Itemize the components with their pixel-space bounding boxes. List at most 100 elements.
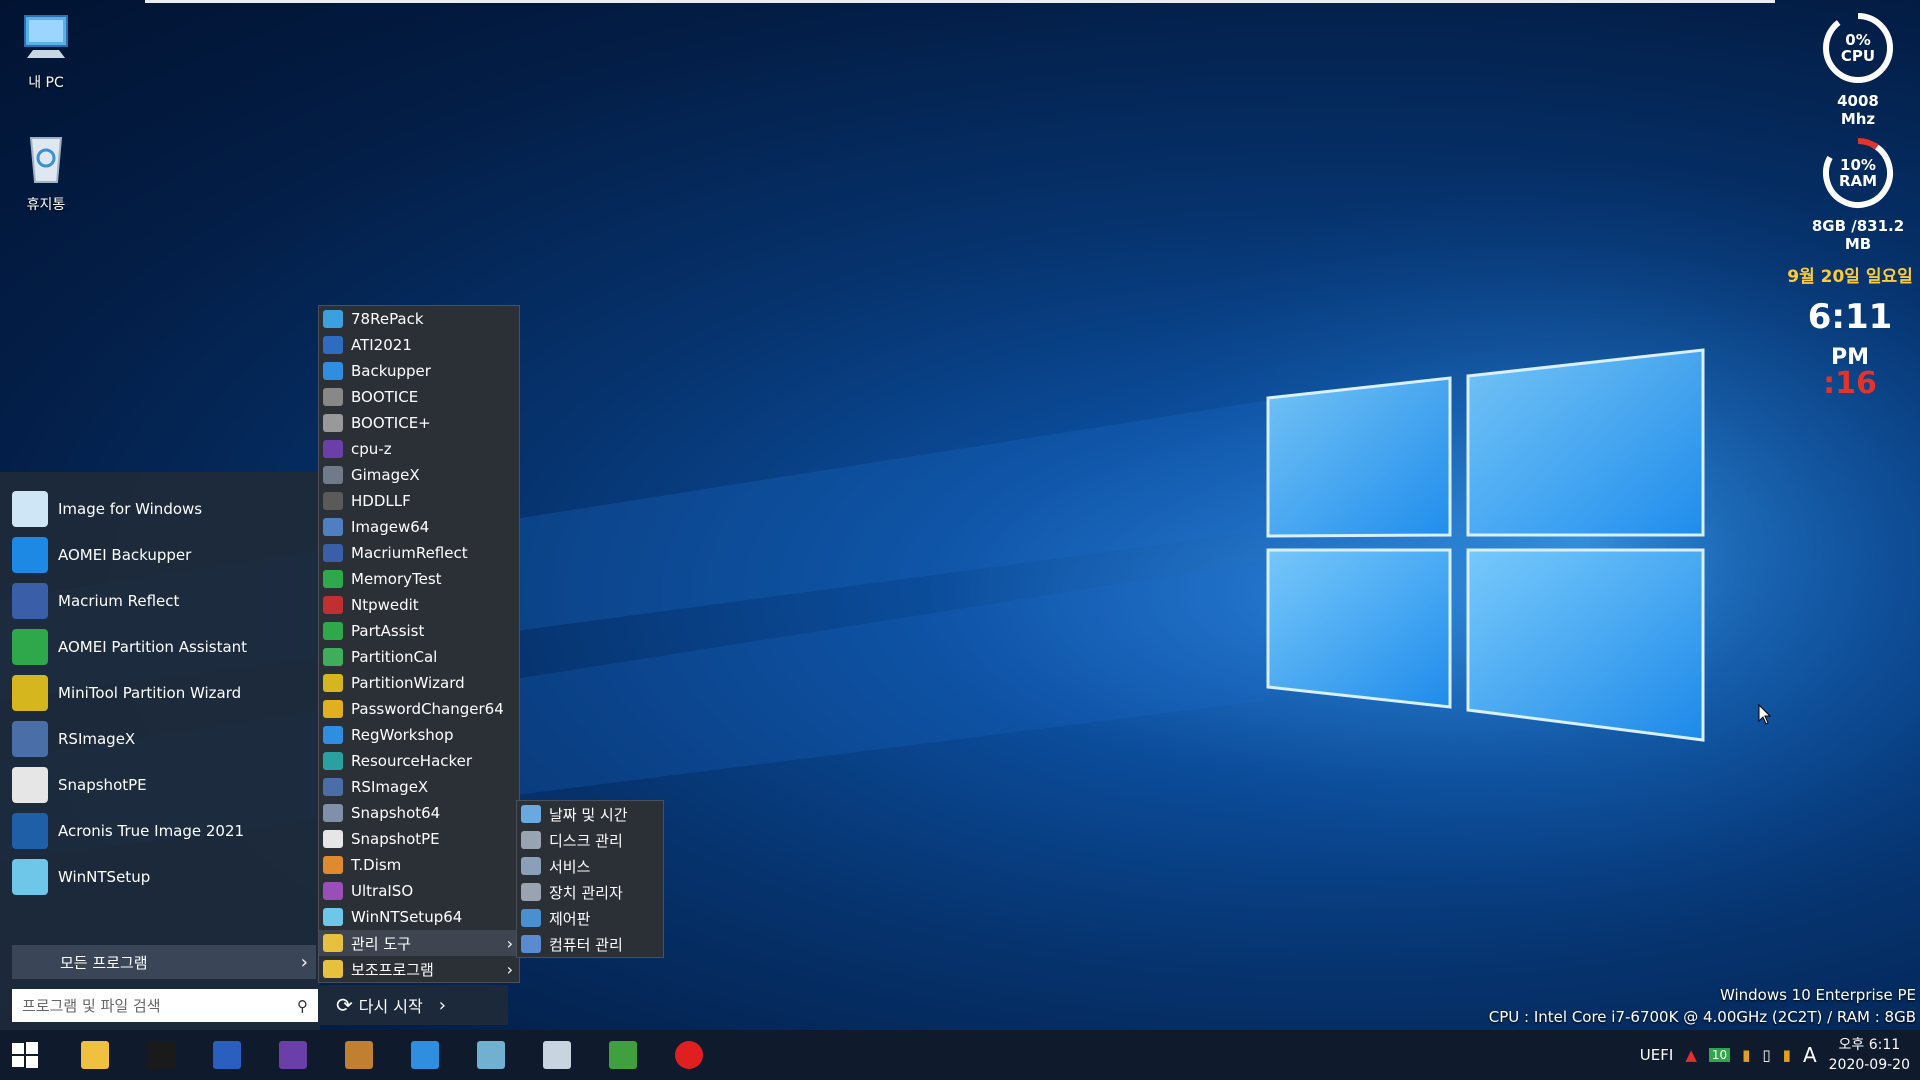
keyboard-layout[interactable]: A xyxy=(1803,1043,1817,1067)
restart-button[interactable]: ⟳ 다시 시작 › xyxy=(320,985,508,1025)
pinned-item[interactable]: SnapshotPE xyxy=(0,762,320,808)
cpu-percent: 0% xyxy=(1845,31,1871,49)
cpu-gadget: 0% CPU 4008 Mhz xyxy=(1818,10,1898,128)
battery-icon[interactable]: ▮ xyxy=(1783,1046,1791,1064)
program-item[interactable]: Imagew64 xyxy=(319,514,519,540)
program-item[interactable]: T.Dism xyxy=(319,852,519,878)
pinned-item[interactable]: MiniTool Partition Wizard xyxy=(0,670,320,716)
admin-tool-item[interactable]: 날짜 및 시간 xyxy=(517,801,663,827)
program-item[interactable]: RegWorkshop xyxy=(319,722,519,748)
program-item[interactable]: HDDLLF xyxy=(319,488,519,514)
gear-network-icon xyxy=(411,1041,439,1069)
taskbar-app-button[interactable] xyxy=(70,1030,120,1080)
program-item-label: RegWorkshop xyxy=(351,726,454,744)
program-item[interactable]: ResourceHacker xyxy=(319,748,519,774)
taskbar-app-button[interactable] xyxy=(532,1030,582,1080)
program-icon xyxy=(323,492,343,510)
taskbar-app-button[interactable] xyxy=(466,1030,516,1080)
program-item-label: 보조프로그램 xyxy=(351,960,434,979)
restart-label: 다시 시작 xyxy=(358,997,423,1016)
program-item[interactable]: MemoryTest xyxy=(319,566,519,592)
program-item[interactable]: SnapshotPE xyxy=(319,826,519,852)
program-item[interactable]: 관리 도구 › xyxy=(319,930,519,956)
program-icon xyxy=(323,544,343,562)
admin-tool-item[interactable]: 컴퓨터 관리 xyxy=(517,931,663,957)
program-item[interactable]: GimageX xyxy=(319,462,519,488)
program-item[interactable]: RSImageX xyxy=(319,774,519,800)
program-item[interactable]: 78RePack xyxy=(319,306,519,332)
program-item[interactable]: WinNTSetup64 xyxy=(319,904,519,930)
eraser-icon xyxy=(477,1041,505,1069)
all-programs-button[interactable]: 모든 프로그램 › xyxy=(12,945,316,979)
tray-badge[interactable]: 10 xyxy=(1708,1048,1731,1062)
taskbar-clock[interactable]: 오후 6:11 2020-09-20 xyxy=(1829,1035,1910,1075)
pinned-item[interactable]: Macrium Reflect xyxy=(0,578,320,624)
search-placeholder: 프로그램 및 파일 검색 xyxy=(22,997,161,1015)
taskbar-app-button[interactable] xyxy=(400,1030,450,1080)
program-item-label: SnapshotPE xyxy=(351,830,440,848)
admin-tool-item[interactable]: 디스크 관리 xyxy=(517,827,663,853)
pinned-item-label: Macrium Reflect xyxy=(58,592,180,610)
volume-bars-icon[interactable]: ▮ xyxy=(1742,1046,1750,1064)
program-item-label: PartitionCal xyxy=(351,648,438,666)
program-item[interactable]: UltraISO xyxy=(319,878,519,904)
pinned-item[interactable]: Image for Windows xyxy=(0,486,320,532)
program-item[interactable]: PartitionWizard xyxy=(319,670,519,696)
programs-menu: 78RePack ATI2021 Backupper BOOTICE BOOTICE+ c… xyxy=(318,305,520,983)
program-icon xyxy=(323,726,343,744)
recycle-bin-icon xyxy=(29,137,63,183)
program-item[interactable]: 보조프로그램 › xyxy=(319,956,519,982)
admin-tool-item[interactable]: 제어판 xyxy=(517,905,663,931)
program-item[interactable]: ATI2021 xyxy=(319,332,519,358)
program-icon xyxy=(323,518,343,536)
program-item[interactable]: cpu-z xyxy=(319,436,519,462)
program-icon xyxy=(323,362,343,380)
admin-tool-label: 컴퓨터 관리 xyxy=(549,935,623,954)
admin-tool-item[interactable]: 서비스 xyxy=(517,853,663,879)
ram-detail: 8GB /831.2 MB xyxy=(1811,217,1905,253)
taskbar-app-button[interactable] xyxy=(268,1030,318,1080)
program-item[interactable]: BOOTICE+ xyxy=(319,410,519,436)
program-icon xyxy=(323,622,343,640)
pinned-item[interactable]: RSImageX xyxy=(0,716,320,762)
taskbar-app-button[interactable] xyxy=(664,1030,714,1080)
program-item[interactable]: BOOTICE xyxy=(319,384,519,410)
taskbar-app-button[interactable] xyxy=(598,1030,648,1080)
program-icon xyxy=(323,882,343,900)
clock-seconds: :16 xyxy=(1823,366,1877,401)
taskbar-app-button[interactable] xyxy=(334,1030,384,1080)
chevron-right-icon: › xyxy=(506,959,513,979)
start-button[interactable] xyxy=(0,1030,50,1080)
program-item[interactable]: PartAssist xyxy=(319,618,519,644)
search-icon: ⚲ xyxy=(297,996,308,1015)
pinned-item[interactable]: AOMEI Partition Assistant xyxy=(0,624,320,670)
usb-icon[interactable]: ▯ xyxy=(1762,1046,1770,1064)
pinned-item[interactable]: Acronis True Image 2021 xyxy=(0,808,320,854)
start-search-input[interactable]: 프로그램 및 파일 검색 ⚲ xyxy=(12,989,318,1022)
program-item[interactable]: PartitionCal xyxy=(319,644,519,670)
program-item[interactable]: Snapshot64 xyxy=(319,800,519,826)
program-item[interactable]: MacriumReflect xyxy=(319,540,519,566)
admin-tool-item[interactable]: 장치 관리자 xyxy=(517,879,663,905)
admin-tool-label: 장치 관리자 xyxy=(549,883,623,902)
system-tray: UEFI ▲ 10 ▮ ▯ ▮ A 오후 6:11 2020-09-20 xyxy=(1640,1030,1920,1080)
desktop-icon-recycle-bin[interactable]: 휴지통 xyxy=(6,130,86,214)
computer-icon xyxy=(24,15,68,58)
program-item-label: Backupper xyxy=(351,362,431,380)
program-item-label: MemoryTest xyxy=(351,570,442,588)
chevron-right-icon: › xyxy=(300,951,308,973)
program-item[interactable]: Ntpwedit xyxy=(319,592,519,618)
taskbar-app-button[interactable] xyxy=(202,1030,252,1080)
pinned-item[interactable]: AOMEI Backupper xyxy=(0,532,320,578)
network-icon[interactable]: ▲ xyxy=(1685,1046,1697,1064)
desktop-icon-my-pc[interactable]: 내 PC xyxy=(6,10,86,92)
admin-tool-label: 서비스 xyxy=(549,857,591,876)
save-disk-icon xyxy=(213,1041,241,1069)
program-item[interactable]: PasswordChanger64 xyxy=(319,696,519,722)
program-item-label: ATI2021 xyxy=(351,336,412,354)
program-item-label: MacriumReflect xyxy=(351,544,468,562)
program-item-label: PasswordChanger64 xyxy=(351,700,504,718)
taskbar-app-button[interactable] xyxy=(136,1030,186,1080)
pinned-item[interactable]: WinNTSetup xyxy=(0,854,320,900)
program-item[interactable]: Backupper xyxy=(319,358,519,384)
